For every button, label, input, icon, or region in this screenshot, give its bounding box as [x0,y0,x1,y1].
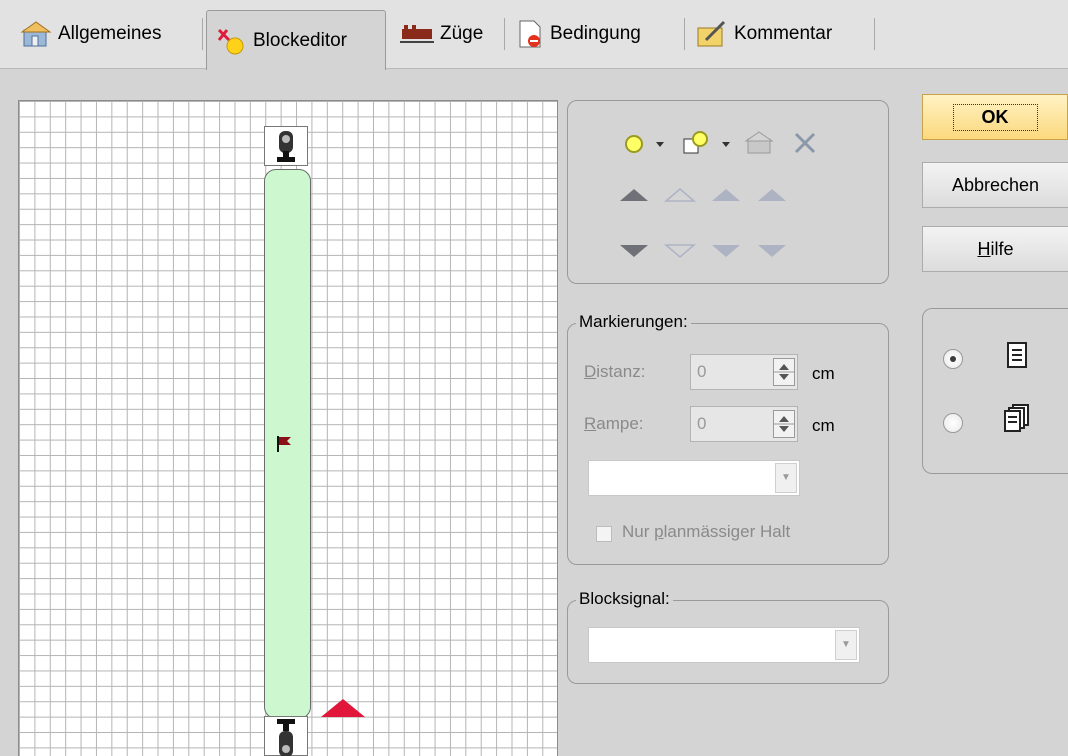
tab-allgemeines-label: Allgemeines [58,23,162,44]
block-editor-icon [217,28,244,54]
toolbar-row-1 [625,131,816,154]
flag-icon[interactable] [274,434,294,454]
ok-button[interactable]: OK [922,94,1068,140]
nur-halt-label: Nur planmässiger Halt [622,522,791,541]
tab-bar: Allgemeines Blockeditor Züge Bedingung K… [0,0,1068,70]
single-page-icon [1007,342,1027,368]
tab-bedingung-label: Bedingung [550,23,641,44]
view-mode-multi-radio[interactable] [943,413,963,433]
tab-bedingung[interactable]: Bedingung [508,10,685,58]
delete-icon [794,132,816,154]
tab-zuege-label: Züge [440,23,484,44]
distanz-value: 0 [697,362,707,381]
ok-button-label: OK [952,103,1038,131]
blocksignal-legend: Blocksignal: [576,589,673,609]
hilfe-button-label: Hilfe [977,238,1014,259]
distanz-spinner[interactable]: 0 [690,354,798,390]
general-properties-icon [20,21,52,47]
circle-tool-icon [625,135,664,153]
signal-icon [277,719,295,756]
comment-icon [697,20,726,47]
direction-triangle-icon[interactable] [319,697,367,719]
markierung-type-select[interactable]: ▼ [588,460,800,496]
tab-kommentar[interactable]: Kommentar [688,10,875,58]
element-toolbar-panel [567,100,889,284]
distanz-spin-arrows[interactable] [773,358,795,386]
tab-blockeditor[interactable]: Blockeditor [206,10,386,70]
blocksignal-group: Blocksignal: ▼ [567,589,889,684]
markierungen-legend: Markierungen: [576,312,691,332]
move-up-arrows[interactable] [620,183,790,205]
rampe-value: 0 [697,414,707,433]
properties-icon [744,131,774,154]
blocksignal-select[interactable]: ▼ [588,627,860,663]
distanz-label: Distanz: [584,362,646,381]
block-start-signal[interactable] [264,126,308,166]
chevron-down-icon[interactable]: ▼ [775,463,797,493]
rampe-unit: cm [812,416,835,435]
chevron-down-icon[interactable]: ▼ [835,630,857,660]
condition-icon [519,20,541,48]
abbrechen-button[interactable]: Abbrechen [922,162,1068,208]
trains-icon [400,25,434,43]
block-end-signal[interactable] [264,716,308,756]
move-down-arrows[interactable] [620,241,790,263]
tab-zuege[interactable]: Züge [392,10,505,58]
rampe-spin-arrows[interactable] [773,410,795,438]
distanz-unit: cm [812,364,835,383]
copy-shape-icon [683,131,730,154]
view-mode-single-radio[interactable] [943,349,963,369]
tab-blockeditor-label: Blockeditor [253,29,347,51]
block-editor-canvas[interactable] [18,100,558,756]
hilfe-button[interactable]: Hilfe [922,226,1068,272]
rampe-label: Rampe: [584,414,644,433]
tab-allgemeines[interactable]: Allgemeines [12,10,203,58]
view-mode-panel [922,308,1068,474]
signal-icon [277,131,295,162]
nur-halt-checkbox[interactable] [596,526,612,542]
rampe-spinner[interactable]: 0 [690,406,798,442]
tab-kommentar-label: Kommentar [734,23,833,44]
markierungen-group: Markierungen: Distanz: 0 cm Rampe: 0 cm … [567,312,889,565]
abbrechen-button-label: Abbrechen [951,174,1040,195]
multi-page-icon [1004,404,1029,432]
